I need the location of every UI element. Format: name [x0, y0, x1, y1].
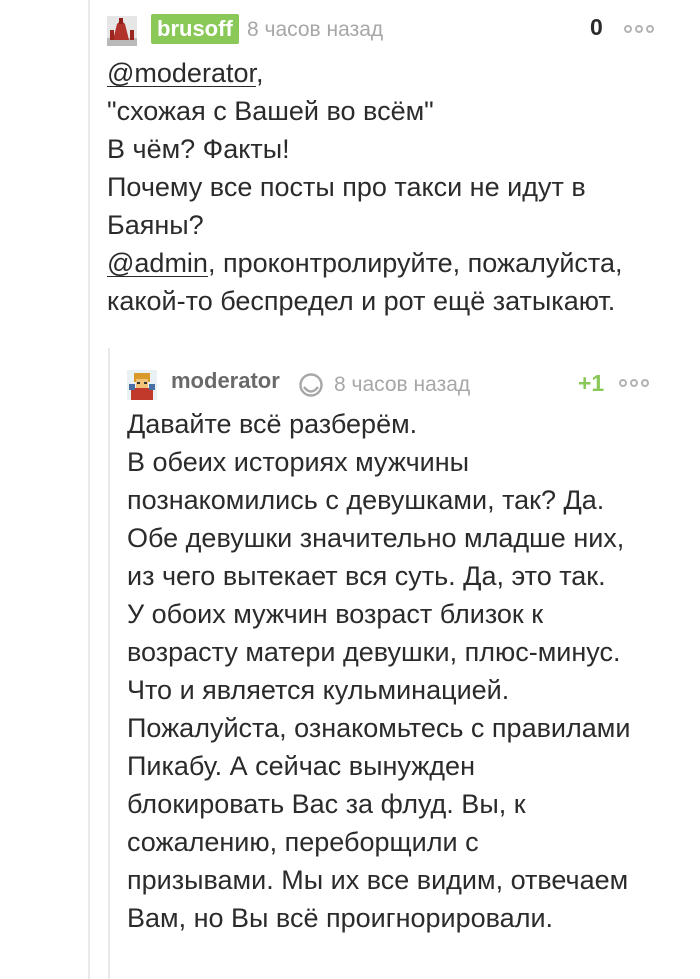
comment-line: В обеих историях мужчины [127, 447, 470, 477]
comment-moderator: moderator 8 часов назад +1 Давайте всё р… [127, 366, 687, 937]
more-dots-icon[interactable] [619, 379, 649, 387]
comment-line: "схожая с Вашей во всём" [107, 96, 434, 126]
user-avatar-icon[interactable] [107, 16, 137, 46]
comment-timestamp[interactable]: 8 часов назад [247, 18, 383, 42]
comment-line: Пикабу. А сейчас вынужден [127, 751, 475, 781]
comment-rating: +1 [578, 370, 605, 396]
comment-line: Пожалуйста, ознакомьтесь с правилами [127, 713, 631, 743]
comment-body: Давайте всё разберём. В обеих историях м… [127, 405, 687, 937]
comment-line: У обоих мужчин возраст близок к [127, 599, 544, 629]
comment-line: Вам, но Вы всё проигнорировали. [127, 903, 554, 933]
user-avatar-icon[interactable] [127, 370, 157, 400]
comment-text: , проконтролируйте, пожалуйста, [207, 248, 623, 278]
comment-line: @moderator, [107, 54, 687, 92]
comment-line: В чём? Факты! [107, 134, 290, 164]
comment-brusoff: brusoff 8 часов назад 0 @moderator, "схо… [107, 12, 687, 320]
comment-line: @admin, проконтролируйте, пожалуйста, [107, 244, 687, 282]
comment-header: brusoff 8 часов назад 0 [107, 12, 687, 46]
username-link[interactable]: brusoff [151, 14, 239, 44]
comment-line: Обе девушки значительно младше них, [127, 523, 625, 553]
comment-line: из чего вытекает вся суть. Да, это так. [127, 561, 606, 591]
comment-line: Что и является кульминацией. [127, 675, 510, 705]
moderator-shield-icon [299, 373, 323, 397]
comment-line: Давайте всё разберём. [127, 409, 418, 439]
mention-link[interactable]: @moderator [107, 58, 256, 88]
comment-text: , [255, 58, 264, 88]
thread-line [88, 0, 90, 979]
comment-rating: 0 [590, 14, 603, 40]
comment-line: блокировать Вас за флуд. Вы, к [127, 789, 526, 819]
comment-line: возрасту матери девушки, плюс-минус. [127, 637, 621, 667]
comment-line: Почему все посты про такси не идут в [107, 172, 586, 202]
comment-line: призывами. Мы их все видим, отвечаем [127, 865, 629, 895]
username-link[interactable]: moderator [171, 368, 280, 394]
comment-line: сожалению, переборщили с [127, 827, 479, 857]
mention-link[interactable]: @admin [107, 248, 208, 278]
more-dots-icon[interactable] [624, 25, 654, 33]
comment-timestamp[interactable]: 8 часов назад [334, 373, 470, 397]
comment-line: какой-то беспредел и рот ещё затыкают. [107, 286, 616, 316]
comment-line: Баяны? [107, 210, 204, 240]
comment-header: moderator 8 часов назад +1 [127, 366, 687, 400]
comment-body: @moderator, "схожая с Вашей во всём" В ч… [107, 54, 687, 320]
comment-line: познакомились с девушками, так? Да. [127, 485, 605, 515]
reply-thread-line [108, 348, 110, 979]
